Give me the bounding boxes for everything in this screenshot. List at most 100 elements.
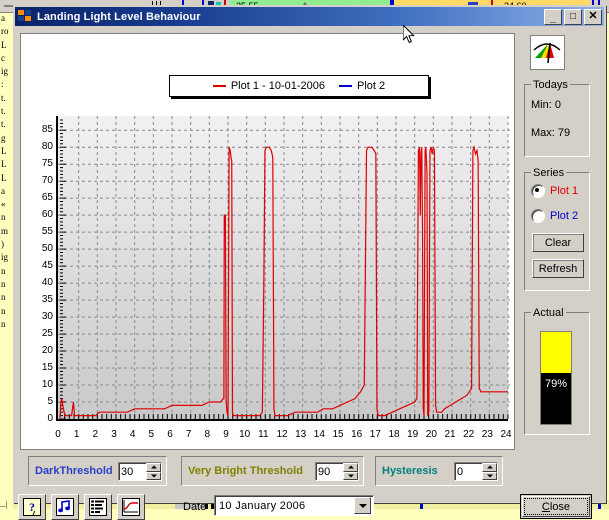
y-tick-label: 85 bbox=[41, 124, 53, 136]
todays-min: Min: 0 bbox=[531, 99, 561, 111]
close-button[interactable]: Close bbox=[520, 494, 592, 519]
music-note-glyph bbox=[58, 500, 70, 513]
very-bright-threshold-input[interactable] bbox=[316, 463, 343, 480]
maximize-button[interactable]: □ bbox=[564, 8, 582, 25]
legend-swatch-plot1 bbox=[212, 85, 226, 87]
graph-curve-icon bbox=[122, 498, 140, 516]
y-tick-label: 35 bbox=[41, 294, 53, 306]
legend-label-plot2: Plot 2 bbox=[357, 80, 386, 92]
background-left-text: a ro Lc ig: t. t. t. g L L La «n m) ig n n n n n bbox=[0, 12, 14, 496]
y-tick-label: 75 bbox=[41, 158, 53, 170]
date-label: Date bbox=[183, 501, 207, 513]
hysteresis-input[interactable] bbox=[455, 463, 482, 480]
x-tick-label: 0 bbox=[55, 429, 61, 440]
close-icon: ✕ bbox=[588, 9, 598, 22]
y-tick-label: 45 bbox=[41, 260, 53, 272]
light-meter-icon[interactable] bbox=[530, 35, 565, 70]
x-tick-label: 1 bbox=[73, 429, 80, 440]
x-tick-label: 23 bbox=[481, 429, 493, 440]
minimize-button[interactable]: _ bbox=[544, 8, 562, 25]
hysteresis-spin-buttons[interactable] bbox=[482, 463, 497, 480]
date-value: 10 January 2006 bbox=[219, 499, 306, 512]
y-tick-label: 80 bbox=[41, 141, 53, 153]
y-tick-label: 55 bbox=[41, 226, 53, 238]
radio-plot1-label: Plot 1 bbox=[550, 185, 579, 197]
x-tick-label: 15 bbox=[332, 429, 344, 440]
light-meter-glyph bbox=[533, 42, 561, 64]
title-bar[interactable]: Landing Light Level Behaviour _ □ ✕ bbox=[15, 7, 604, 26]
refresh-button[interactable]: Refresh bbox=[532, 259, 584, 278]
radio-plot2-label: Plot 2 bbox=[550, 210, 579, 222]
actual-group-title: Actual bbox=[531, 307, 566, 319]
app-squares-icon bbox=[18, 10, 32, 23]
very-bright-threshold-down-icon[interactable] bbox=[343, 471, 358, 480]
y-tick-label: 60 bbox=[41, 209, 53, 221]
sound-button[interactable] bbox=[51, 494, 79, 520]
radio-plot1[interactable]: Plot 1 bbox=[531, 184, 578, 198]
question-mark-icon: ? bbox=[23, 498, 41, 516]
y-tick-label: 25 bbox=[41, 328, 53, 340]
todays-group: Todays Min: 0 Max: 79 bbox=[524, 79, 590, 157]
x-tick-label: 20 bbox=[425, 429, 437, 440]
x-tick-label: 22 bbox=[463, 429, 475, 440]
close-button-label: Close bbox=[542, 501, 570, 513]
very-bright-threshold-spin-buttons[interactable] bbox=[343, 463, 358, 480]
graph-button[interactable] bbox=[117, 494, 145, 520]
close-window-button[interactable]: ✕ bbox=[584, 8, 602, 25]
plot-area-wrapper bbox=[56, 116, 510, 421]
todays-max: Max: 79 bbox=[531, 127, 571, 139]
x-tick-label: 10 bbox=[239, 429, 251, 440]
dark-threshold-up-icon[interactable] bbox=[146, 463, 161, 472]
y-tick-label: 70 bbox=[41, 175, 53, 187]
radio-plot2-indicator bbox=[531, 209, 545, 223]
legend-swatch-plot2 bbox=[339, 85, 353, 87]
list-button[interactable] bbox=[84, 494, 112, 520]
x-tick-label: 8 bbox=[204, 429, 211, 440]
list-lines-icon bbox=[89, 498, 107, 516]
dark-threshold-spin-buttons[interactable] bbox=[146, 463, 161, 480]
graph-curve-glyph bbox=[123, 500, 138, 513]
maximize-icon: □ bbox=[569, 10, 577, 22]
music-note-icon bbox=[56, 498, 74, 516]
y-tick-label: 50 bbox=[41, 243, 53, 255]
clear-button[interactable]: Clear bbox=[532, 233, 584, 252]
chart-panel: Plot 1 - 10-01-2006 Plot 2 0 5 10 15 20 25 30 3… bbox=[20, 33, 515, 450]
hysteresis-down-icon[interactable] bbox=[482, 471, 497, 480]
help-button[interactable]: ? bbox=[18, 494, 46, 520]
x-axis-labels: 0 1 2 3 4 5 6 7 8 9 10 11 12 13 14 15 16 17 18 19 20 21 22 23 24 bbox=[21, 430, 516, 444]
close-button-rest: lose bbox=[549, 500, 571, 513]
x-tick-label: 21 bbox=[444, 429, 456, 440]
very-bright-threshold-group: Very Bright Threshold bbox=[181, 456, 364, 486]
window-client-area: Plot 1 - 10-01-2006 Plot 2 0 5 10 15 20 25 30 3… bbox=[15, 26, 604, 520]
y-tick-label: 10 bbox=[41, 379, 53, 391]
radio-plot2[interactable]: Plot 2 bbox=[531, 209, 578, 223]
x-tick-label: 17 bbox=[369, 429, 381, 440]
x-tick-label: 7 bbox=[185, 429, 192, 440]
todays-group-title: Todays bbox=[531, 79, 570, 91]
dark-threshold-spinner[interactable] bbox=[118, 462, 162, 481]
y-tick-label: 65 bbox=[41, 192, 53, 204]
x-tick-label: 13 bbox=[295, 429, 307, 440]
legend-item-plot2: Plot 2 bbox=[339, 80, 385, 92]
dark-threshold-down-icon[interactable] bbox=[146, 471, 161, 480]
x-tick-label: 11 bbox=[258, 429, 269, 440]
x-tick-label: 16 bbox=[351, 429, 363, 440]
x-tick-label: 2 bbox=[92, 429, 99, 440]
close-accesskey: C bbox=[541, 500, 550, 513]
hysteresis-up-icon[interactable] bbox=[482, 463, 497, 472]
very-bright-threshold-up-icon[interactable] bbox=[343, 463, 358, 472]
y-tick-label: 15 bbox=[41, 362, 53, 374]
x-tick-label: 6 bbox=[167, 429, 173, 440]
chevron-down-icon[interactable] bbox=[354, 497, 371, 514]
dark-threshold-input[interactable] bbox=[119, 463, 146, 480]
dark-threshold-label: DarkThreshold bbox=[35, 465, 113, 477]
x-tick-label: 24 bbox=[500, 429, 512, 440]
actual-level-bar: 79% bbox=[540, 331, 572, 425]
y-axis-labels: 0 5 10 15 20 25 30 35 40 45 50 55 60 65 70 75 80 85 bbox=[29, 116, 53, 426]
hysteresis-spinner[interactable] bbox=[454, 462, 498, 481]
y-tick-label: 20 bbox=[41, 345, 53, 357]
date-combobox[interactable]: 10 January 2006 bbox=[214, 495, 374, 516]
chart-legend: Plot 1 - 10-01-2006 Plot 2 bbox=[169, 75, 429, 97]
very-bright-threshold-spinner[interactable] bbox=[315, 462, 359, 481]
x-tick-label: 18 bbox=[388, 429, 400, 440]
